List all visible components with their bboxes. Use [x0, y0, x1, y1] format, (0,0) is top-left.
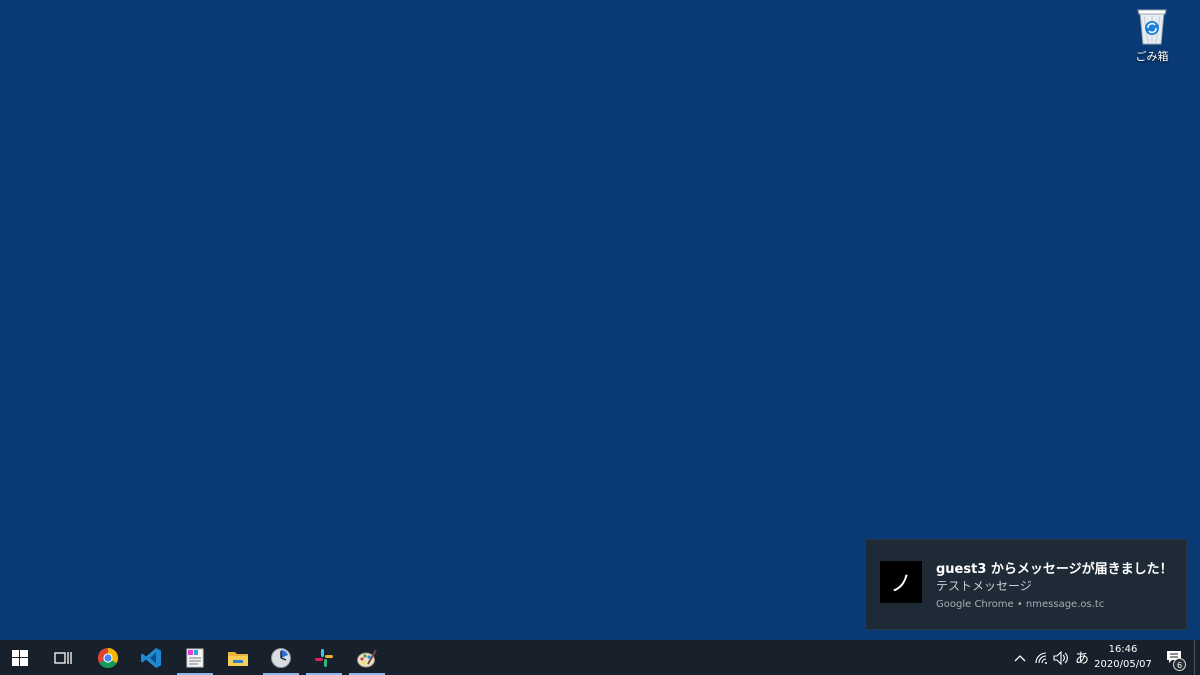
paint-taskbar-button[interactable] [347, 640, 387, 675]
notification-attribution: Google Chrome • nmessage.os.tc [936, 599, 1105, 610]
notification-app-icon: ノ [880, 561, 922, 603]
notification-body: テストメッセージ [936, 579, 1032, 593]
slack-icon [315, 648, 333, 667]
wifi-icon [1035, 651, 1047, 664]
clock-app-taskbar-button[interactable] [261, 640, 301, 675]
clock-time: 16:46 [1108, 644, 1138, 655]
folder-icon [228, 651, 248, 666]
speaker-icon [1053, 650, 1068, 665]
recycle-bin-label: ごみ箱 [1135, 50, 1169, 63]
taskbar: あ 16:46 2020/05/07 6 [0, 640, 1200, 675]
chevron-up-icon [1014, 654, 1026, 661]
notification-title: guest3 からメッセージが届きました！ [936, 562, 1173, 577]
vscode-taskbar-button[interactable] [131, 640, 171, 675]
ime-indicator[interactable]: あ [1072, 640, 1092, 675]
show-hidden-icons-button[interactable] [1010, 640, 1030, 675]
chrome-icon [98, 647, 118, 668]
chrome-taskbar-button[interactable] [88, 640, 128, 675]
notepad-icon [186, 648, 204, 667]
paint-icon [357, 649, 377, 667]
recycle-bin-shortcut[interactable]: ごみ箱 [1124, 6, 1180, 68]
notification-count-badge: 6 [1173, 658, 1186, 671]
toast-notification[interactable]: ノ guest3 からメッセージが届きました！ テストメッセージ Google … [866, 540, 1186, 629]
windows-logo-icon [12, 649, 28, 666]
volume-tray-button[interactable] [1052, 640, 1070, 675]
slack-taskbar-button[interactable] [304, 640, 344, 675]
action-center-button[interactable]: 6 [1158, 640, 1190, 675]
show-desktop-button[interactable] [1194, 640, 1195, 675]
desktop: ごみ箱 ノ guest3 からメッセージが届きました！ テストメッセージ Goo… [0, 0, 1200, 675]
vscode-icon [141, 647, 161, 668]
task-view-icon [54, 651, 72, 664]
file-explorer-taskbar-button[interactable] [218, 640, 258, 675]
start-button[interactable] [0, 640, 40, 675]
network-tray-button[interactable] [1033, 640, 1051, 675]
taskbar-clock[interactable]: 16:46 2020/05/07 [1092, 642, 1154, 673]
notepad-taskbar-button[interactable] [175, 640, 215, 675]
clock-date: 2020/05/07 [1094, 659, 1152, 670]
clock-app-icon [271, 647, 291, 668]
task-view-button[interactable] [43, 640, 83, 675]
recycle-bin-icon [1137, 9, 1167, 45]
